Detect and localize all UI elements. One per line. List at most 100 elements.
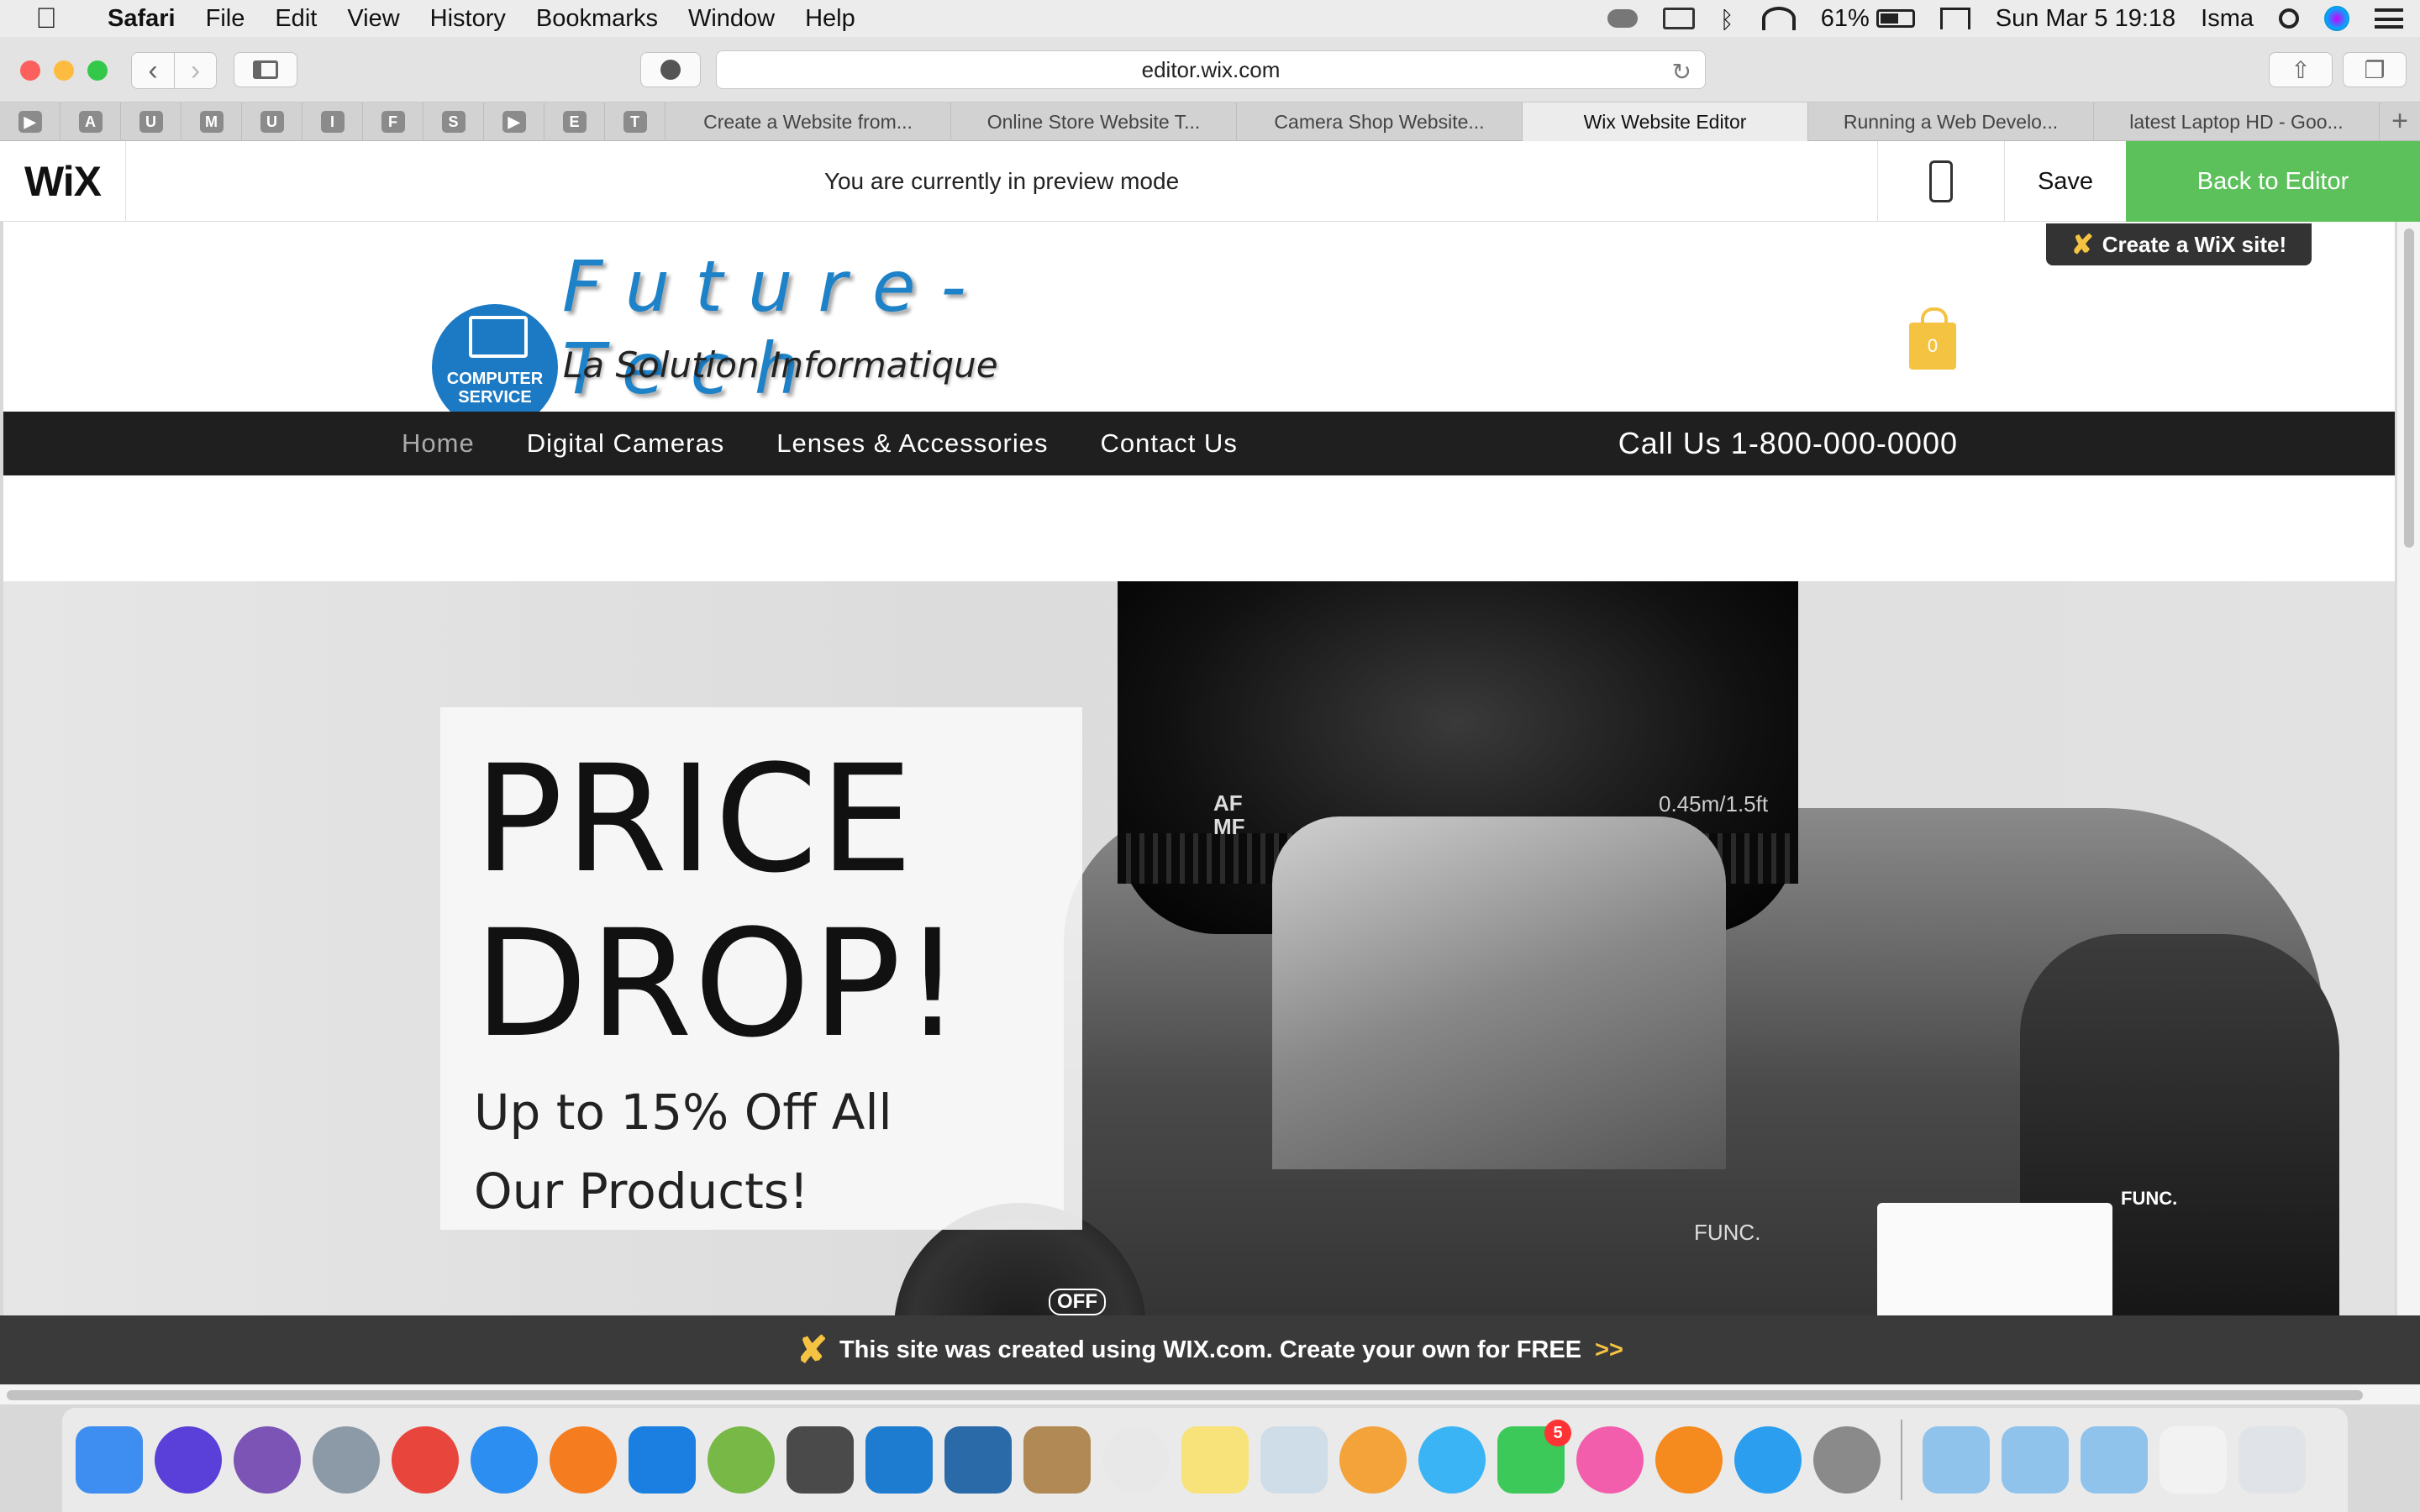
pinned-tab-m[interactable]: M xyxy=(182,102,242,141)
show-sidebar-button[interactable] xyxy=(234,52,297,87)
wifi-icon[interactable] xyxy=(1761,7,1796,30)
applications-folder-icon[interactable] xyxy=(2002,1426,2069,1494)
pinned-tab-youtube[interactable]: ▶ xyxy=(0,102,60,141)
wix-ad-banner[interactable]: ✘ This site was created using WIX.com. C… xyxy=(0,1315,2420,1384)
horizontal-scroll-thumb[interactable] xyxy=(7,1390,2363,1400)
menubar-clock[interactable]: Sun Mar 5 19:18 xyxy=(1996,5,2175,33)
finder-icon[interactable] xyxy=(76,1426,143,1494)
pinned-tab-a[interactable]: A xyxy=(60,102,121,141)
firefox-icon[interactable] xyxy=(550,1426,617,1494)
sublime-text-icon[interactable] xyxy=(786,1426,854,1494)
tab-wix-editor[interactable]: Wix Website Editor xyxy=(1523,102,1808,141)
pinned-tab-e[interactable]: E xyxy=(544,102,605,141)
fullscreen-window-button[interactable] xyxy=(87,60,108,81)
promo-box: PRICE DROP! Up to 15% Off All Our Produc… xyxy=(440,707,1082,1230)
messages-icon[interactable] xyxy=(1418,1426,1486,1494)
pinned-tab-u[interactable]: U xyxy=(121,102,182,141)
facetime-icon[interactable]: 5 xyxy=(1497,1420,1571,1494)
sequel-pro-icon[interactable] xyxy=(1102,1426,1170,1494)
reload-icon[interactable]: ↻ xyxy=(1672,58,1691,86)
trash-icon[interactable] xyxy=(2238,1426,2306,1494)
notification-center-icon[interactable] xyxy=(2375,8,2403,29)
nav-contact-us[interactable]: Contact Us xyxy=(1100,428,1237,459)
chrome-icon[interactable] xyxy=(392,1426,459,1494)
mobile-view-button[interactable] xyxy=(1877,141,2005,222)
nav-home[interactable]: Home xyxy=(402,428,475,459)
menu-help[interactable]: Help xyxy=(790,5,871,33)
pinned-tab-u2[interactable]: U xyxy=(242,102,302,141)
pinned-tab-s[interactable]: S xyxy=(424,102,484,141)
back-to-editor-button[interactable]: Back to Editor xyxy=(2126,141,2420,222)
siri-icon[interactable] xyxy=(155,1426,222,1494)
pinned-tab-i[interactable]: I xyxy=(302,102,363,141)
back-button[interactable]: ‹ xyxy=(132,53,174,88)
pinned-tab-youtube2[interactable]: ▶ xyxy=(484,102,544,141)
github-desktop-icon[interactable] xyxy=(234,1426,301,1494)
share-button[interactable]: ⇧ xyxy=(2269,52,2333,87)
create-wix-site-text: Create a WiX site! xyxy=(2102,231,2287,257)
horizontal-scrollbar[interactable] xyxy=(0,1384,2420,1404)
vertical-scroll-thumb[interactable] xyxy=(2404,228,2414,548)
safari-icon[interactable] xyxy=(471,1426,538,1494)
itunes-icon[interactable] xyxy=(1576,1426,1644,1494)
save-button[interactable]: Save xyxy=(2005,141,2126,222)
menu-window[interactable]: Window xyxy=(673,5,790,33)
nav-lenses-accessories[interactable]: Lenses & Accessories xyxy=(776,428,1048,459)
address-bar[interactable]: editor.wix.com ↻ xyxy=(716,50,1706,89)
app-store-icon[interactable] xyxy=(1734,1426,1802,1494)
chevron-left-icon: ‹ xyxy=(148,54,158,87)
wix-logo[interactable]: WiX xyxy=(0,141,126,222)
privacy-report-button[interactable] xyxy=(640,52,701,87)
tab-web-developer[interactable]: Running a Web Develo... xyxy=(1808,102,2094,141)
system-preferences-icon[interactable] xyxy=(1813,1426,1881,1494)
preview-icon[interactable] xyxy=(1260,1426,1328,1494)
menu-file[interactable]: File xyxy=(191,5,260,33)
android-studio-icon[interactable] xyxy=(708,1426,775,1494)
menu-edit[interactable]: Edit xyxy=(260,5,332,33)
notification-badge: 5 xyxy=(1544,1420,1571,1446)
menu-app-safari[interactable]: Safari xyxy=(92,5,191,33)
create-wix-site-badge[interactable]: ✘ Create a WiX site! xyxy=(2046,223,2312,265)
vscode-icon[interactable] xyxy=(865,1426,933,1494)
spotlight-search-icon[interactable] xyxy=(2279,8,2299,29)
tab-laptop-search[interactable]: latest Laptop HD - Goo... xyxy=(2094,102,2380,141)
minimize-window-button[interactable] xyxy=(54,60,74,81)
brand-subtitle: La Solution Informatique xyxy=(563,344,998,386)
pinned-tab-t[interactable]: T xyxy=(605,102,666,141)
ibooks-icon[interactable] xyxy=(1655,1426,1723,1494)
tab-online-store[interactable]: Online Store Website T... xyxy=(951,102,1237,141)
shopping-bag-icon[interactable]: 0 xyxy=(1909,307,1956,370)
close-window-button[interactable] xyxy=(20,60,40,81)
forward-button[interactable]: › xyxy=(174,53,216,88)
apple-menu-icon[interactable]:  xyxy=(0,3,92,35)
hero-banner: 0.45m/1.5ft AF MF FUNC. FUNC. OFF PRICE … xyxy=(3,581,2395,1399)
tab-create-website[interactable]: Create a Website from... xyxy=(666,102,951,141)
contacts-icon[interactable] xyxy=(1023,1426,1091,1494)
creative-cloud-icon[interactable] xyxy=(1607,9,1638,28)
documents-folder-icon[interactable] xyxy=(1923,1426,1990,1494)
new-tab-button[interactable]: + xyxy=(2380,102,2420,140)
xcode-icon[interactable] xyxy=(629,1426,696,1494)
battery-status[interactable]: 61% xyxy=(1821,5,1915,33)
display-icon[interactable] xyxy=(1662,8,1695,29)
menu-bookmarks[interactable]: Bookmarks xyxy=(521,5,673,33)
downloads-folder-icon[interactable] xyxy=(2081,1426,2148,1494)
menubar-user[interactable]: Isma xyxy=(2201,5,2254,33)
menu-view[interactable]: View xyxy=(332,5,414,33)
tab-camera-shop[interactable]: Camera Shop Website... xyxy=(1237,102,1523,141)
siri-icon[interactable] xyxy=(2324,6,2349,31)
notes-icon[interactable] xyxy=(1181,1426,1249,1494)
show-all-tabs-button[interactable]: ❐ xyxy=(2343,52,2407,87)
photos-icon[interactable] xyxy=(1339,1426,1407,1494)
recent-screenshot-icon[interactable] xyxy=(2160,1426,2227,1494)
site-logo[interactable]: COMPUTER SERVICE Future-Tech La Solution … xyxy=(432,245,1205,430)
youtube-icon: ▶ xyxy=(502,111,526,133)
bluetooth-icon[interactable]: ᛒ xyxy=(1720,7,1737,33)
pinned-tab-f[interactable]: F xyxy=(363,102,424,141)
nav-digital-cameras[interactable]: Digital Cameras xyxy=(527,428,725,459)
brackets-icon[interactable] xyxy=(944,1426,1012,1494)
airplay-icon[interactable] xyxy=(1939,8,1970,29)
launchpad-icon[interactable] xyxy=(313,1426,380,1494)
vertical-scrollbar[interactable] xyxy=(2396,222,2420,1384)
menu-history[interactable]: History xyxy=(415,5,521,33)
